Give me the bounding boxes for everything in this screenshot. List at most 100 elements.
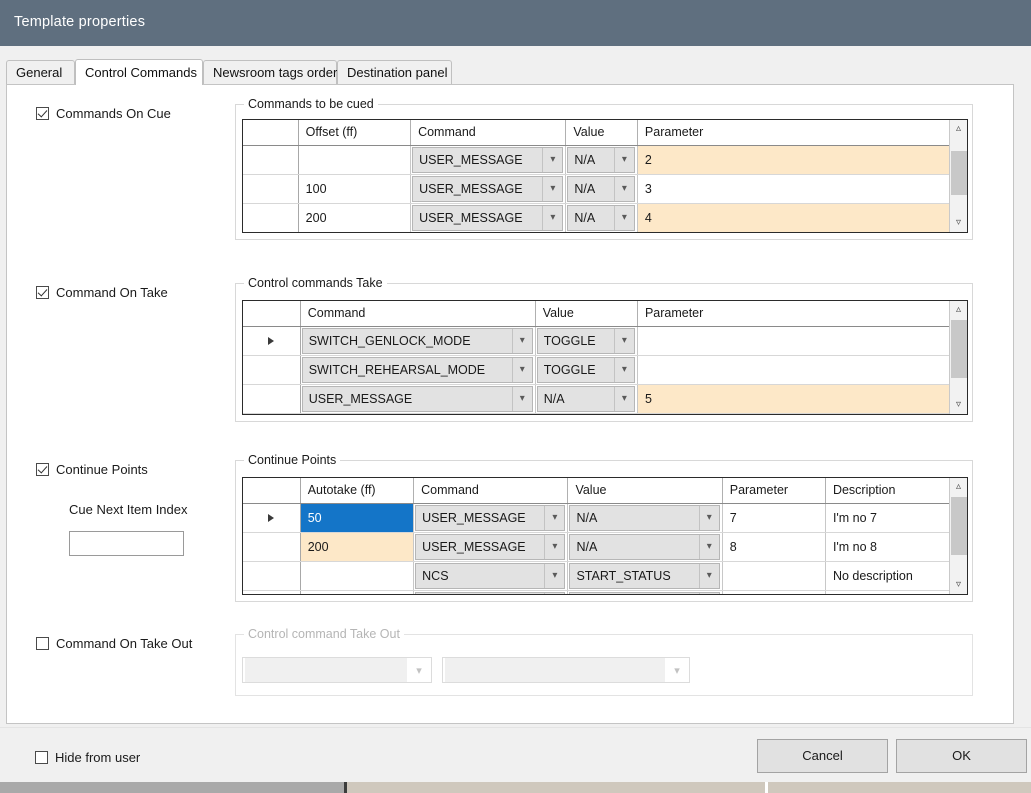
offset-cell[interactable] [298, 232, 410, 233]
take-out-command-combo[interactable]: ▾ [242, 657, 432, 683]
command-cell[interactable]: ▾ [411, 232, 566, 233]
command-combo[interactable]: SWITCH_REHEARSAL_MODE ▾ [302, 357, 533, 383]
chevron-down-icon[interactable]: ▾ [614, 206, 634, 230]
cue-next-item-index-input[interactable] [69, 531, 184, 556]
parameter-cell[interactable] [722, 590, 825, 595]
grid-vertical-scrollbar[interactable]: ▵ ▿ [949, 120, 967, 232]
value-cell[interactable]: TOGGLE ▾ [535, 355, 637, 384]
value-cell[interactable]: N/A ▾ [568, 503, 722, 532]
chevron-down-icon[interactable]: ▾ [512, 387, 532, 411]
value-combo[interactable]: N/A ▾ [569, 505, 719, 531]
parameter-cell[interactable] [637, 326, 966, 355]
row-selector-cell[interactable] [243, 355, 300, 384]
value-combo[interactable]: N/A ▾ [567, 205, 635, 231]
chevron-down-icon[interactable]: ▾ [699, 593, 719, 596]
value-cell[interactable]: ▾ [566, 232, 638, 233]
cancel-button[interactable]: Cancel [757, 739, 888, 773]
chevron-down-icon[interactable]: ▾ [614, 358, 634, 382]
value-cell[interactable]: N/A ▾ [566, 203, 638, 232]
chevron-down-icon[interactable]: ▾ [614, 387, 634, 411]
command-cell[interactable]: USER_MESSAGE ▾ [411, 174, 566, 203]
command-cell[interactable]: USER_MESSAGE ▾ [300, 384, 535, 413]
scroll-down-icon[interactable]: ▿ [950, 396, 967, 414]
row-selector-cell[interactable] [243, 232, 298, 233]
commands-to-be-cued-grid[interactable]: Offset (ff) Command Value Parameter [242, 119, 968, 233]
scroll-down-icon[interactable]: ▿ [950, 576, 967, 594]
table-row-new[interactable]: ▾ ▾ [243, 590, 967, 595]
command-combo[interactable]: ▾ [415, 592, 565, 596]
command-cell[interactable]: SWITCH_REHEARSAL_MODE ▾ [300, 355, 535, 384]
scroll-up-icon[interactable]: ▵ [950, 301, 967, 319]
parameter-cell[interactable] [637, 355, 966, 384]
row-selector-cell[interactable] [243, 413, 300, 415]
command-cell[interactable]: USER_MESSAGE ▾ [411, 203, 566, 232]
scrollbar-thumb[interactable] [951, 320, 967, 378]
offset-cell[interactable]: 200 [298, 203, 410, 232]
tab-general[interactable]: General [6, 60, 75, 84]
chevron-down-icon[interactable]: ▾ [544, 506, 564, 530]
chevron-down-icon[interactable]: ▾ [699, 535, 719, 559]
continue-points-checkbox-row[interactable]: Continue Points [36, 462, 148, 477]
commands-on-cue-checkbox-row[interactable]: Commands On Cue [36, 106, 171, 121]
command-on-take-out-checkbox[interactable] [36, 637, 49, 650]
tab-control-commands[interactable]: Control Commands [75, 59, 203, 85]
grid-vertical-scrollbar[interactable]: ▵ ▿ [949, 301, 967, 414]
command-combo[interactable]: NCS ▾ [415, 563, 565, 589]
chevron-down-icon[interactable]: ▾ [544, 593, 564, 596]
command-cell[interactable]: SWITCH_GENLOCK_MODE ▾ [300, 326, 535, 355]
value-cell[interactable]: START_STATUS ▾ [568, 561, 722, 590]
row-selector-cell[interactable] [243, 174, 298, 203]
table-row[interactable]: 200 USER_MESSAGE ▾ N/A [243, 532, 967, 561]
table-row[interactable]: 100 USER_MESSAGE ▾ N/A [243, 174, 967, 203]
value-cell[interactable]: N/A ▾ [535, 384, 637, 413]
value-combo[interactable]: N/A ▾ [569, 534, 719, 560]
chevron-down-icon[interactable]: ▾ [544, 564, 564, 588]
command-combo[interactable]: ▾ [302, 415, 533, 416]
parameter-cell[interactable]: 4 [637, 203, 966, 232]
table-row[interactable]: USER_MESSAGE ▾ N/A ▾ [243, 384, 967, 413]
chevron-down-icon[interactable]: ▾ [542, 148, 562, 172]
chevron-down-icon[interactable]: ▾ [407, 664, 431, 677]
commands-on-cue-checkbox[interactable] [36, 107, 49, 120]
command-cell[interactable]: NCS ▾ [414, 561, 568, 590]
chevron-down-icon[interactable]: ▾ [614, 148, 634, 172]
chevron-down-icon[interactable]: ▾ [512, 358, 532, 382]
table-row[interactable]: 50 USER_MESSAGE ▾ N/A [243, 503, 967, 532]
chevron-down-icon[interactable]: ▾ [699, 506, 719, 530]
value-combo[interactable]: N/A ▾ [567, 147, 635, 173]
chevron-down-icon[interactable]: ▾ [614, 177, 634, 201]
table-row[interactable]: USER_MESSAGE ▾ N/A ▾ [243, 145, 967, 174]
command-cell[interactable]: USER_MESSAGE ▾ [411, 145, 566, 174]
description-cell[interactable] [825, 590, 966, 595]
command-combo[interactable]: USER_MESSAGE ▾ [412, 147, 563, 173]
value-cell[interactable]: N/A ▾ [566, 145, 638, 174]
command-combo[interactable]: USER_MESSAGE ▾ [415, 505, 565, 531]
description-cell[interactable]: No description [825, 561, 966, 590]
command-combo[interactable]: USER_MESSAGE ▾ [415, 534, 565, 560]
value-combo[interactable]: TOGGLE ▾ [537, 328, 635, 354]
command-combo[interactable]: SWITCH_GENLOCK_MODE ▾ [302, 328, 533, 354]
grid-vertical-scrollbar[interactable]: ▵ ▿ [949, 478, 967, 594]
value-combo[interactable]: START_STATUS ▾ [569, 563, 719, 589]
row-selector-cell[interactable] [243, 326, 300, 355]
parameter-cell[interactable]: 2 [637, 145, 966, 174]
value-combo[interactable]: N/A ▾ [537, 386, 635, 412]
command-combo[interactable]: USER_MESSAGE ▾ [302, 386, 533, 412]
command-cell[interactable]: USER_MESSAGE ▾ [414, 503, 568, 532]
autotake-cell[interactable] [300, 590, 413, 595]
command-cell[interactable]: USER_MESSAGE ▾ [414, 532, 568, 561]
autotake-cell[interactable]: 200 [300, 532, 413, 561]
table-row[interactable]: SWITCH_REHEARSAL_MODE ▾ TOGGLE ▾ [243, 355, 967, 384]
value-cell[interactable]: ▾ [535, 413, 637, 415]
table-row-new[interactable]: ▾ ▾ [243, 413, 967, 415]
table-row[interactable]: 200 USER_MESSAGE ▾ N/A [243, 203, 967, 232]
value-combo[interactable]: TOGGLE ▾ [537, 357, 635, 383]
chevron-down-icon[interactable]: ▾ [665, 664, 689, 677]
row-selector-cell[interactable] [243, 590, 300, 595]
value-combo[interactable]: N/A ▾ [567, 176, 635, 202]
command-on-take-checkbox-row[interactable]: Command On Take [36, 285, 168, 300]
hide-from-user-checkbox[interactable] [35, 751, 48, 764]
value-combo[interactable]: ▾ [569, 592, 719, 596]
offset-cell[interactable]: 100 [298, 174, 410, 203]
parameter-cell[interactable]: 5 [637, 384, 966, 413]
